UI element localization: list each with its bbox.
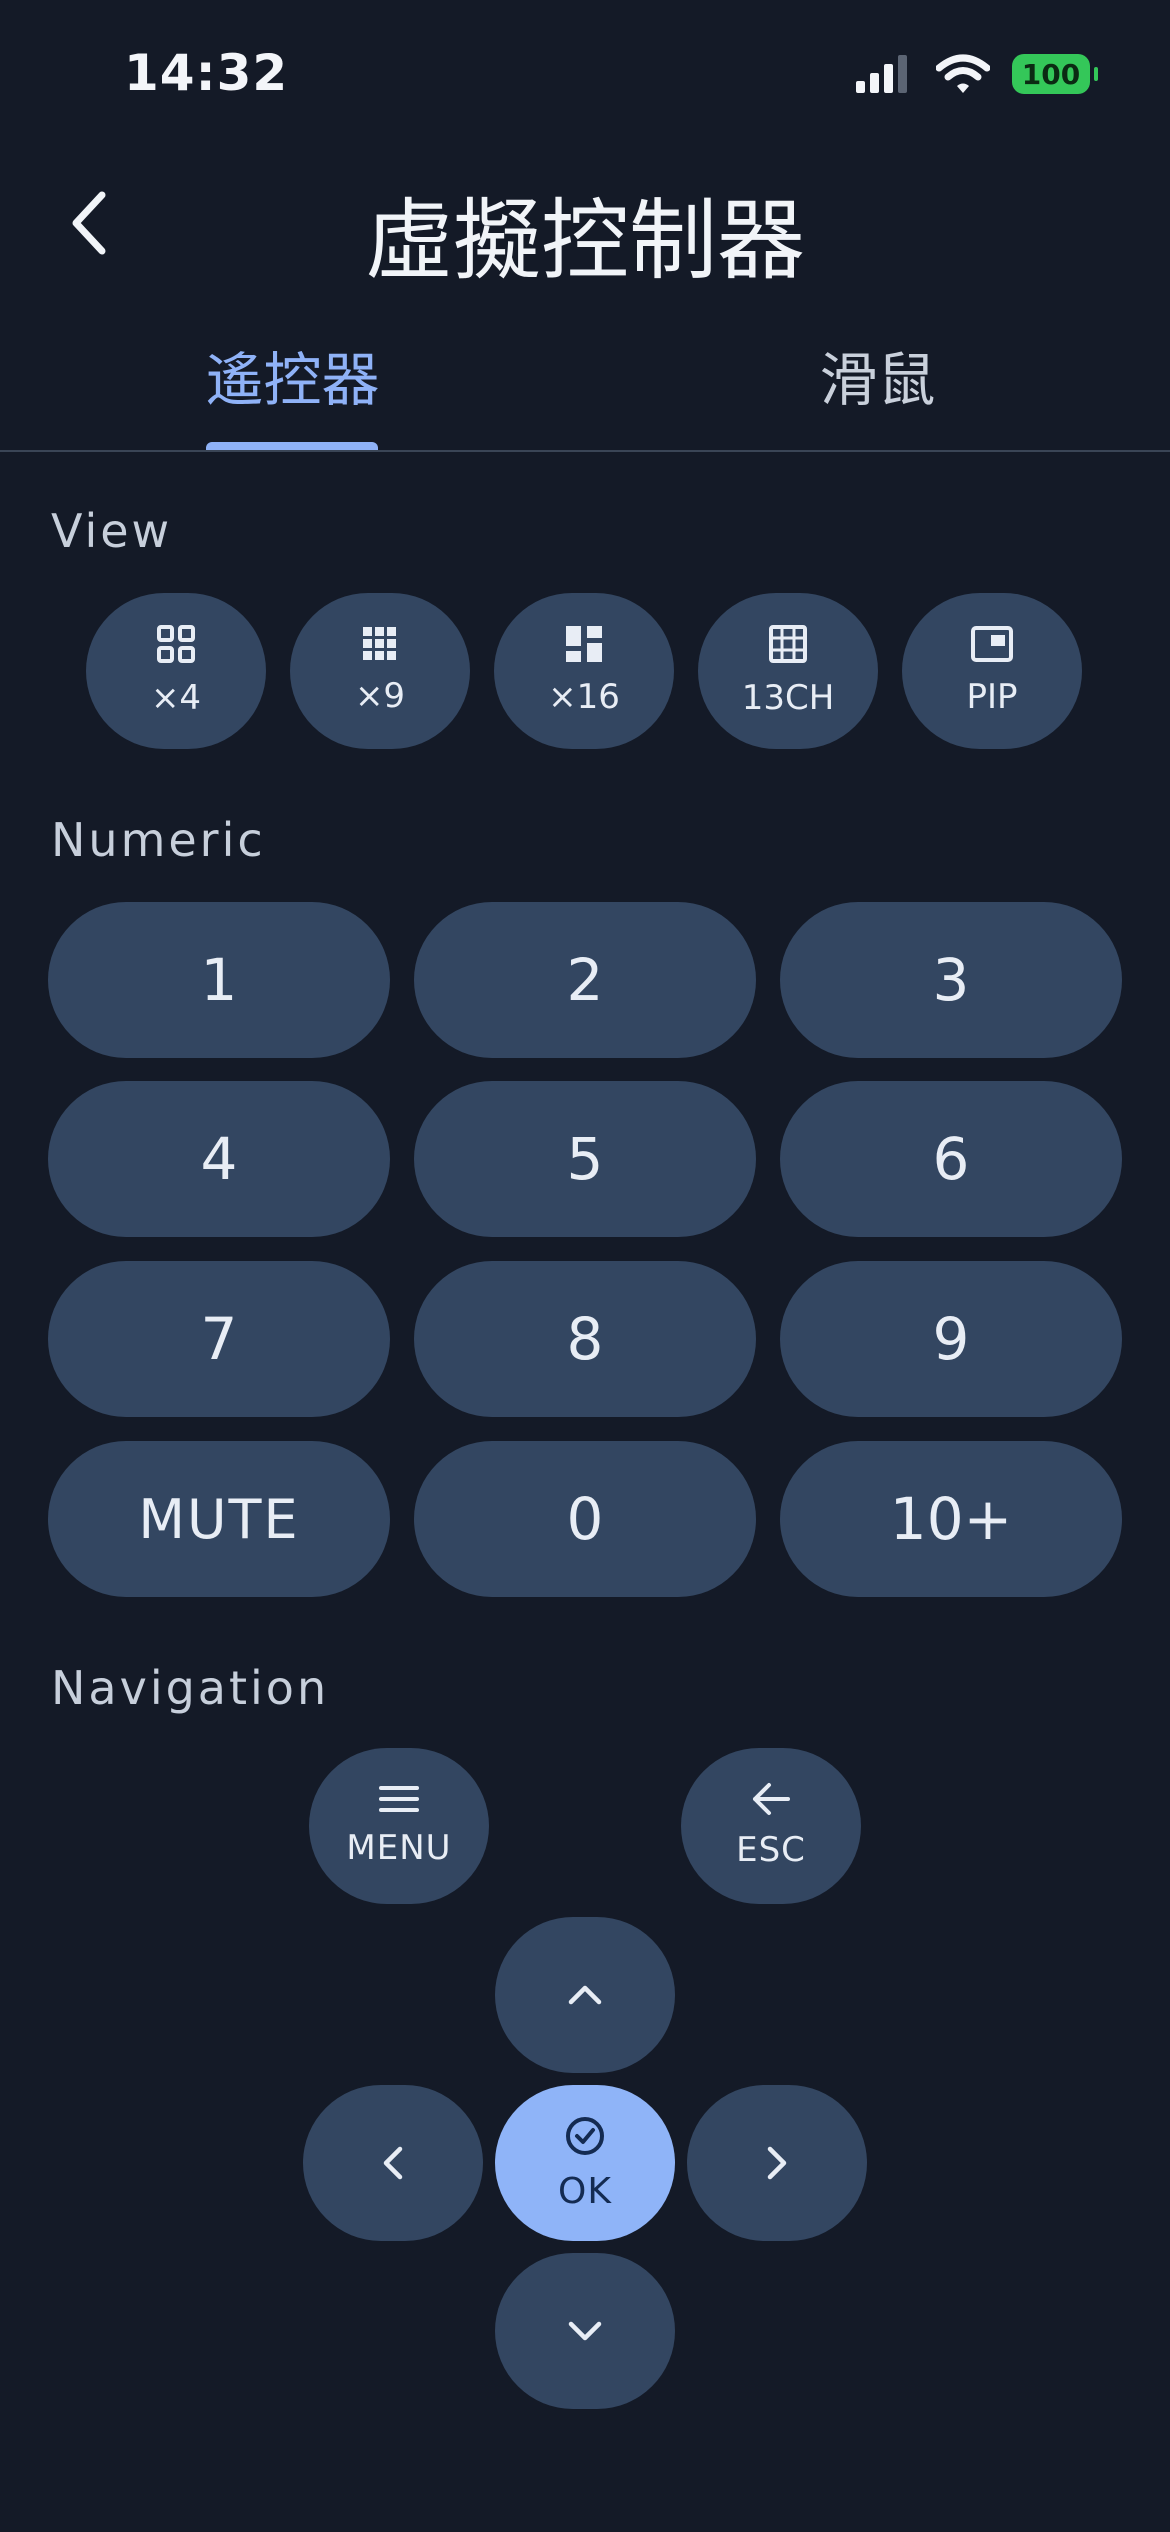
view-x9-label: ×9: [354, 676, 406, 716]
view-x16-label: ×16: [548, 677, 620, 717]
ok-button[interactable]: OK: [495, 2085, 675, 2241]
hamburger-menu-icon: [379, 1786, 419, 1812]
arrow-left-icon: [753, 1783, 790, 1815]
view-pip-label: PIP: [966, 677, 1018, 717]
esc-label: ESC: [736, 1830, 806, 1870]
dpad-right-button[interactable]: [687, 2085, 867, 2241]
dpad-left-button[interactable]: [303, 2085, 483, 2241]
view-x9-button[interactable]: ×9: [290, 593, 470, 749]
grid-3x3-dots-icon: [363, 627, 396, 660]
view-pip-button[interactable]: PIP: [902, 593, 1082, 749]
battery-level: 100: [1021, 57, 1081, 91]
numeric-key-5[interactable]: 5: [414, 1081, 756, 1237]
section-label-view: View: [51, 504, 173, 558]
section-label-numeric: Numeric: [51, 813, 266, 867]
chevron-left-icon: [383, 2146, 403, 2180]
view-13ch-label: 13CH: [741, 678, 835, 718]
section-label-navigation: Navigation: [51, 1661, 330, 1715]
chevron-up-icon: [568, 1985, 602, 2005]
numeric-key-0[interactable]: 0: [414, 1441, 756, 1597]
grid-table-icon: [769, 625, 807, 663]
menu-button[interactable]: MENU: [309, 1748, 489, 1904]
status-icons: 100: [856, 54, 1098, 94]
tab-bar: 遙控器 滑鼠: [0, 330, 1170, 450]
dashboard-layout-icon: [566, 626, 602, 662]
numeric-key-10-plus[interactable]: 10+: [780, 1441, 1122, 1597]
chevron-right-icon: [767, 2146, 787, 2180]
view-x4-button[interactable]: ×4: [86, 593, 266, 749]
chevron-down-icon: [568, 2321, 602, 2341]
dpad-up-button[interactable]: [495, 1917, 675, 2073]
numeric-key-3[interactable]: 3: [780, 902, 1122, 1058]
numeric-key-7[interactable]: 7: [48, 1261, 390, 1417]
check-circle-icon: [566, 2116, 604, 2155]
esc-button[interactable]: ESC: [681, 1748, 861, 1904]
menu-label: MENU: [346, 1828, 452, 1868]
view-x16-button[interactable]: ×16: [494, 593, 674, 749]
picture-in-picture-icon: [971, 626, 1013, 662]
numeric-key-1[interactable]: 1: [48, 902, 390, 1058]
numeric-key-2[interactable]: 2: [414, 902, 756, 1058]
dpad-down-button[interactable]: [495, 2253, 675, 2409]
cellular-signal-icon: [856, 55, 907, 93]
tab-remote[interactable]: 遙控器: [0, 330, 585, 430]
status-time: 14:32: [124, 44, 289, 102]
wifi-icon: [936, 54, 990, 93]
numeric-key-9[interactable]: 9: [780, 1261, 1122, 1417]
mute-button[interactable]: MUTE: [48, 1441, 390, 1597]
numeric-key-6[interactable]: 6: [780, 1081, 1122, 1237]
numeric-key-4[interactable]: 4: [48, 1081, 390, 1237]
view-13ch-button[interactable]: 13CH: [698, 593, 878, 749]
tab-divider: [0, 450, 1170, 452]
ok-label: OK: [558, 2170, 612, 2212]
numeric-key-8[interactable]: 8: [414, 1261, 756, 1417]
grid-2x2-icon: [157, 625, 195, 663]
battery-indicator: 100: [1012, 54, 1098, 94]
tab-mouse[interactable]: 滑鼠: [585, 330, 1170, 430]
view-x4-label: ×4: [150, 678, 202, 718]
page-title: 虛擬控制器: [364, 189, 805, 292]
